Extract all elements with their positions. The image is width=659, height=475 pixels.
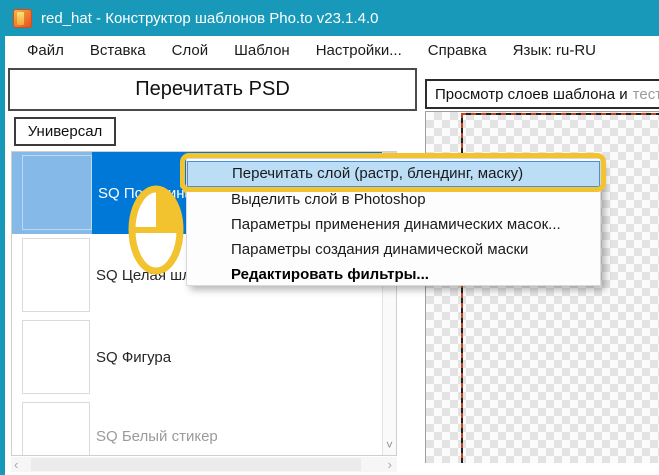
preview-header: Просмотр слоев шаблона и тестов [425, 79, 659, 109]
scroll-right-icon[interactable]: › [388, 457, 392, 472]
menu-insert[interactable]: Вставка [77, 38, 159, 63]
layer-row-white-sticker[interactable]: SQ Белый стикер [12, 398, 383, 456]
menu-help[interactable]: Справка [415, 38, 500, 63]
layer-context-menu: Перечитать слой (растр, блендинг, маску)… [186, 158, 601, 286]
window-frame-left [0, 36, 5, 475]
menu-file[interactable]: Файл [14, 38, 77, 63]
layer-thumbnail [22, 238, 90, 312]
context-item-edit-filters[interactable]: Редактировать фильтры... [187, 262, 600, 287]
scroll-down-icon[interactable]: ˅ [383, 436, 396, 453]
menubar: Файл Вставка Слой Шаблон Настройки... Сп… [5, 36, 659, 64]
layer-thumbnail [22, 320, 90, 394]
menu-template[interactable]: Шаблон [221, 38, 303, 63]
app-window: red_hat - Конструктор шаблонов Pho.to v2… [0, 0, 659, 475]
context-item-dynamic-mask-apply-params[interactable]: Параметры применения динамических масок.… [187, 212, 600, 237]
menu-language[interactable]: Язык: ru-RU [500, 38, 609, 63]
canvas-boundary-dash-top [461, 113, 659, 115]
layer-label: SQ Фигура [96, 316, 171, 398]
context-item-reread-layer[interactable]: Перечитать слой (растр, блендинг, маску) [187, 161, 600, 187]
preview-title-primary: Просмотр слоев шаблона и [435, 86, 628, 103]
scroll-left-icon[interactable]: ‹ [14, 457, 18, 472]
mouse-left-click-icon [126, 180, 192, 282]
layer-label: SQ Белый стикер [96, 398, 218, 456]
layer-thumbnail [22, 402, 90, 456]
reread-psd-button[interactable]: Перечитать PSD [8, 68, 417, 111]
tab-universal[interactable]: Универсал [14, 117, 116, 146]
window-title: red_hat - Конструктор шаблонов Pho.to v2… [41, 10, 378, 27]
app-icon [13, 9, 32, 28]
preview-title-secondary: тестов [633, 86, 659, 103]
scrollbar-thumb[interactable] [31, 458, 361, 471]
menu-layer[interactable]: Слой [159, 38, 221, 63]
context-item-select-in-photoshop[interactable]: Выделить слой в Photoshop [187, 187, 600, 212]
titlebar: red_hat - Конструктор шаблонов Pho.to v2… [0, 0, 659, 36]
layers-horizontal-scrollbar[interactable]: ‹ › [11, 457, 397, 472]
context-item-dynamic-mask-create-params[interactable]: Параметры создания динамической маски [187, 237, 600, 262]
menu-settings[interactable]: Настройки... [303, 38, 415, 63]
layer-thumbnail [22, 155, 92, 230]
layer-row-figure[interactable]: SQ Фигура [12, 316, 383, 398]
